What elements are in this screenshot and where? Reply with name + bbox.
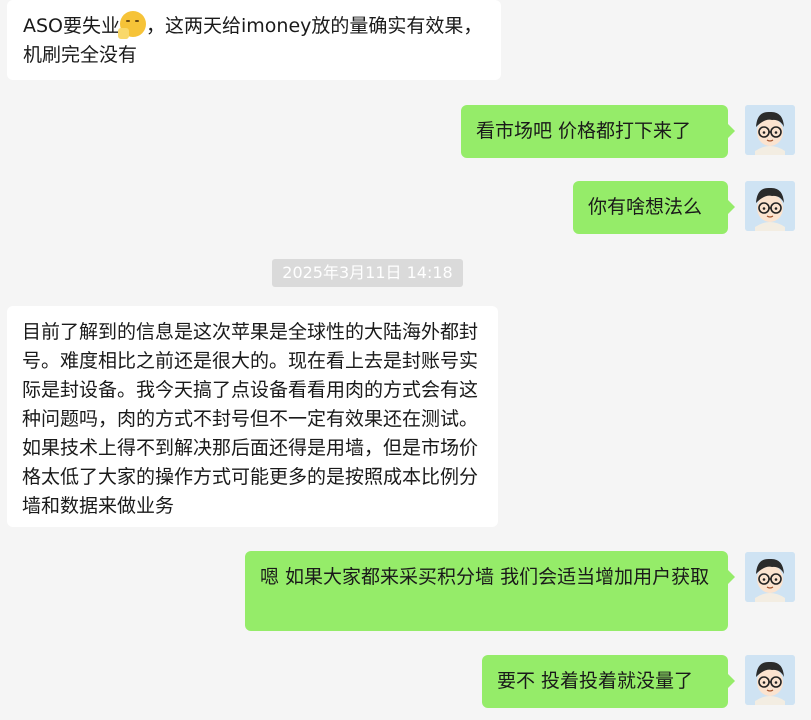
message-bubble-outgoing[interactable]: 要不 投着投着就没量了 <box>482 655 728 708</box>
message-bubble-incoming[interactable]: ASO要失业 ，这两天给imoney放的量确实有效果，机刷完全没有 <box>7 0 501 80</box>
cartoon-boy-with-glasses-avatar-icon <box>745 105 795 155</box>
avatar[interactable] <box>745 181 795 231</box>
message-text: 嗯 如果大家都来采买积分墙 我们会适当增加用户获取 <box>260 566 710 588</box>
bubble-tail <box>728 674 735 688</box>
bubble-tail <box>728 570 735 584</box>
message-text: ASO要失业 <box>23 15 121 37</box>
cartoon-boy-with-glasses-avatar-icon <box>745 552 795 602</box>
avatar[interactable] <box>745 655 795 705</box>
message-bubble-incoming[interactable]: 目前了解到的信息是这次苹果是全球性的大陆海外都封号。难度相比之前还是很大的。现在… <box>7 306 498 527</box>
message-text: 你有啥想法么 <box>588 196 703 218</box>
message-bubble-outgoing[interactable]: 嗯 如果大家都来采买积分墙 我们会适当增加用户获取 <box>245 551 728 631</box>
message-text: 要不 投着投着就没量了 <box>497 670 694 692</box>
chat-timestamp: 2025年3月11日 14:18 <box>272 259 463 287</box>
bubble-tail <box>728 200 735 214</box>
cartoon-boy-with-glasses-avatar-icon <box>745 181 795 231</box>
avatar[interactable] <box>745 105 795 155</box>
message-text: 看市场吧 价格都打下来了 <box>476 120 692 142</box>
avatar[interactable] <box>745 552 795 602</box>
message-bubble-outgoing[interactable]: 你有啥想法么 <box>573 181 728 234</box>
message-text: 目前了解到的信息是这次苹果是全球性的大陆海外都封号。难度相比之前还是很大的。现在… <box>22 321 479 517</box>
shushing-face-icon <box>118 11 147 39</box>
bubble-tail <box>728 124 735 138</box>
message-bubble-outgoing[interactable]: 看市场吧 价格都打下来了 <box>461 105 728 158</box>
cartoon-boy-with-glasses-avatar-icon <box>745 655 795 705</box>
